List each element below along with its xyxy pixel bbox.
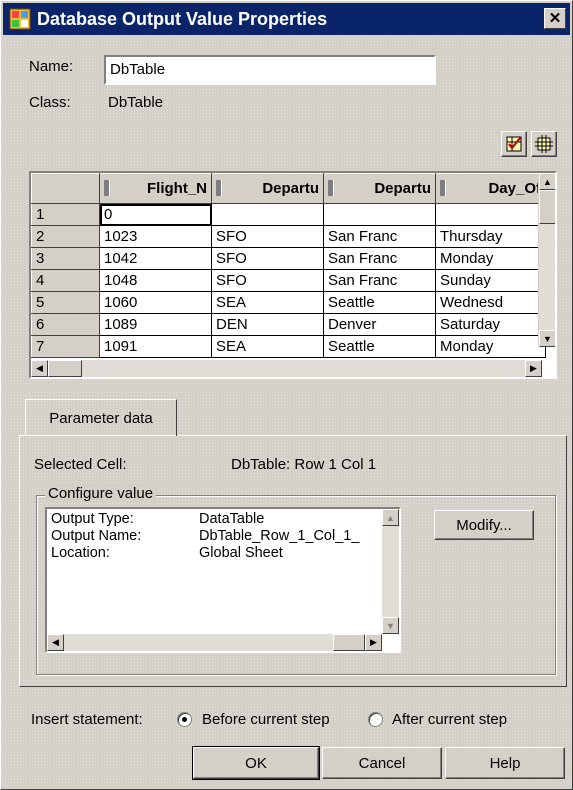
close-button[interactable]: ✕	[544, 8, 566, 29]
grid-vertical-thumb[interactable]	[539, 190, 555, 224]
configure-value-list[interactable]: Output Type: DataTable Output Name: DbTabl…	[45, 507, 401, 653]
properties-dialog: Database Output Value Properties ✕ Name:…	[0, 0, 573, 790]
tab-label: Parameter data	[49, 409, 153, 427]
list-vertical-scrollbar[interactable]: ▲ ▼	[382, 509, 399, 634]
table-row: 6 1089 DEN Denver Saturday	[31, 313, 546, 336]
grid-horizontal-scrollbar[interactable]: ◀ ▶	[31, 360, 542, 377]
table-row: 7 1091 SEA Seattle Monday	[31, 335, 546, 358]
radio-after-label[interactable]: After current step	[392, 711, 507, 728]
table-cell[interactable]: Sunday	[435, 269, 546, 292]
scroll-right-icon[interactable]: ▶	[365, 634, 382, 651]
list-item: Output Type: DataTable	[51, 511, 265, 527]
scroll-down-icon[interactable]: ▼	[539, 330, 555, 347]
table-row: 4 1048 SFO San Franc Sunday	[31, 269, 546, 292]
list-item: Location: Global Sheet	[51, 545, 283, 561]
radio-after-current-step[interactable]	[368, 712, 383, 727]
row-header[interactable]: 6	[31, 313, 100, 336]
column-header[interactable]: Day_Of	[435, 173, 546, 204]
table-cell[interactable]: San Franc	[323, 269, 436, 292]
grid-vertical-scrollbar[interactable]: ▲ ▼	[538, 173, 555, 347]
window-title: Database Output Value Properties	[37, 8, 328, 29]
table-row: 5 1060 SEA Seattle Wednesd	[31, 291, 546, 314]
table-cell[interactable]: 1091	[99, 335, 212, 358]
column-header[interactable]: Departu	[323, 173, 436, 204]
table-cell[interactable]: 0	[99, 203, 212, 226]
table-cell[interactable]: SEA	[211, 291, 324, 314]
uncheck-grid-icon	[535, 135, 553, 153]
database-properties-icon	[9, 8, 31, 30]
table-row: 2 1023 SFO San Franc Thursday	[31, 225, 546, 248]
table-cell[interactable]: Thursday	[435, 225, 546, 248]
list-item: Output Name: DbTable_Row_1_Col_1_	[51, 528, 360, 544]
modify-button[interactable]: Modify...	[434, 510, 534, 540]
grid-horizontal-thumb[interactable]	[48, 360, 82, 377]
row-header[interactable]: 3	[31, 247, 100, 270]
table-cell[interactable]: Denver	[323, 313, 436, 336]
corner-header	[31, 173, 100, 204]
table-cell[interactable]: DEN	[211, 313, 324, 336]
scroll-right-icon[interactable]: ▶	[525, 360, 542, 377]
table-cell[interactable]: Wednesd	[435, 291, 546, 314]
tab-parameter-data[interactable]: Parameter data	[25, 399, 177, 436]
name-label: Name:	[29, 58, 74, 75]
scroll-up-icon[interactable]: ▲	[382, 509, 399, 526]
selected-cell-label: Selected Cell:	[34, 456, 127, 473]
table-cell[interactable]: 1042	[99, 247, 212, 270]
table-cell[interactable]	[435, 203, 546, 226]
table-cell[interactable]	[323, 203, 436, 226]
table-cell[interactable]: SFO	[211, 247, 324, 270]
table-cell[interactable]: 1023	[99, 225, 212, 248]
table-cell[interactable]: SFO	[211, 225, 324, 248]
table-cell[interactable]: San Franc	[323, 247, 436, 270]
help-button[interactable]: Help	[445, 747, 565, 779]
row-header[interactable]: 2	[31, 225, 100, 248]
scroll-left-icon[interactable]: ◀	[47, 634, 64, 651]
configure-value-legend: Configure value	[45, 485, 157, 502]
title-bar: Database Output Value Properties ✕	[3, 3, 570, 35]
radio-before-current-step[interactable]	[177, 712, 192, 727]
table-cell[interactable]: San Franc	[323, 225, 436, 248]
list-horizontal-thumb[interactable]	[333, 634, 365, 651]
row-header[interactable]: 1	[31, 203, 100, 226]
scroll-down-icon[interactable]: ▼	[382, 617, 399, 634]
scroll-up-icon[interactable]: ▲	[539, 173, 555, 190]
class-label: Class:	[29, 94, 71, 111]
row-header[interactable]: 7	[31, 335, 100, 358]
selected-cell-value: DbTable: Row 1 Col 1	[231, 456, 377, 473]
list-horizontal-scrollbar[interactable]: ◀ ▶	[47, 634, 382, 651]
column-header[interactable]: Flight_N	[99, 173, 212, 204]
column-header[interactable]: Departu	[211, 173, 324, 204]
class-value: DbTable	[108, 94, 164, 111]
row-header[interactable]: 5	[31, 291, 100, 314]
row-header[interactable]: 4	[31, 269, 100, 292]
header-row: Flight_N Departu Departu Day_Of	[31, 173, 546, 204]
table-cell[interactable]: Monday	[435, 247, 546, 270]
table-cell[interactable]: SEA	[211, 335, 324, 358]
table-row: 3 1042 SFO San Franc Monday	[31, 247, 546, 270]
table-cell[interactable]: Seattle	[323, 335, 436, 358]
cancel-button[interactable]: Cancel	[322, 747, 442, 779]
uncheck-all-button[interactable]	[531, 131, 557, 157]
ok-button[interactable]: OK	[192, 746, 320, 780]
check-grid-icon	[506, 136, 522, 152]
table-cell[interactable]: Monday	[435, 335, 546, 358]
data-table: Flight_N Departu Departu Day_Of 1 0 2 10…	[31, 173, 546, 358]
table-cell[interactable]: 1089	[99, 313, 212, 336]
name-input[interactable]: DbTable	[104, 55, 436, 85]
table-cell[interactable]	[211, 203, 324, 226]
close-icon: ✕	[548, 10, 562, 27]
table-row: 1 0	[31, 203, 546, 226]
data-grid[interactable]: Flight_N Departu Departu Day_Of 1 0 2 10…	[29, 171, 557, 379]
table-cell[interactable]: SFO	[211, 269, 324, 292]
table-cell[interactable]: Seattle	[323, 291, 436, 314]
radio-before-label[interactable]: Before current step	[202, 711, 330, 728]
table-cell[interactable]: Saturday	[435, 313, 546, 336]
insert-statement-label: Insert statement:	[31, 711, 143, 728]
table-cell[interactable]: 1060	[99, 291, 212, 314]
check-all-button[interactable]	[501, 131, 527, 157]
scroll-left-icon[interactable]: ◀	[31, 360, 48, 377]
table-cell[interactable]: 1048	[99, 269, 212, 292]
